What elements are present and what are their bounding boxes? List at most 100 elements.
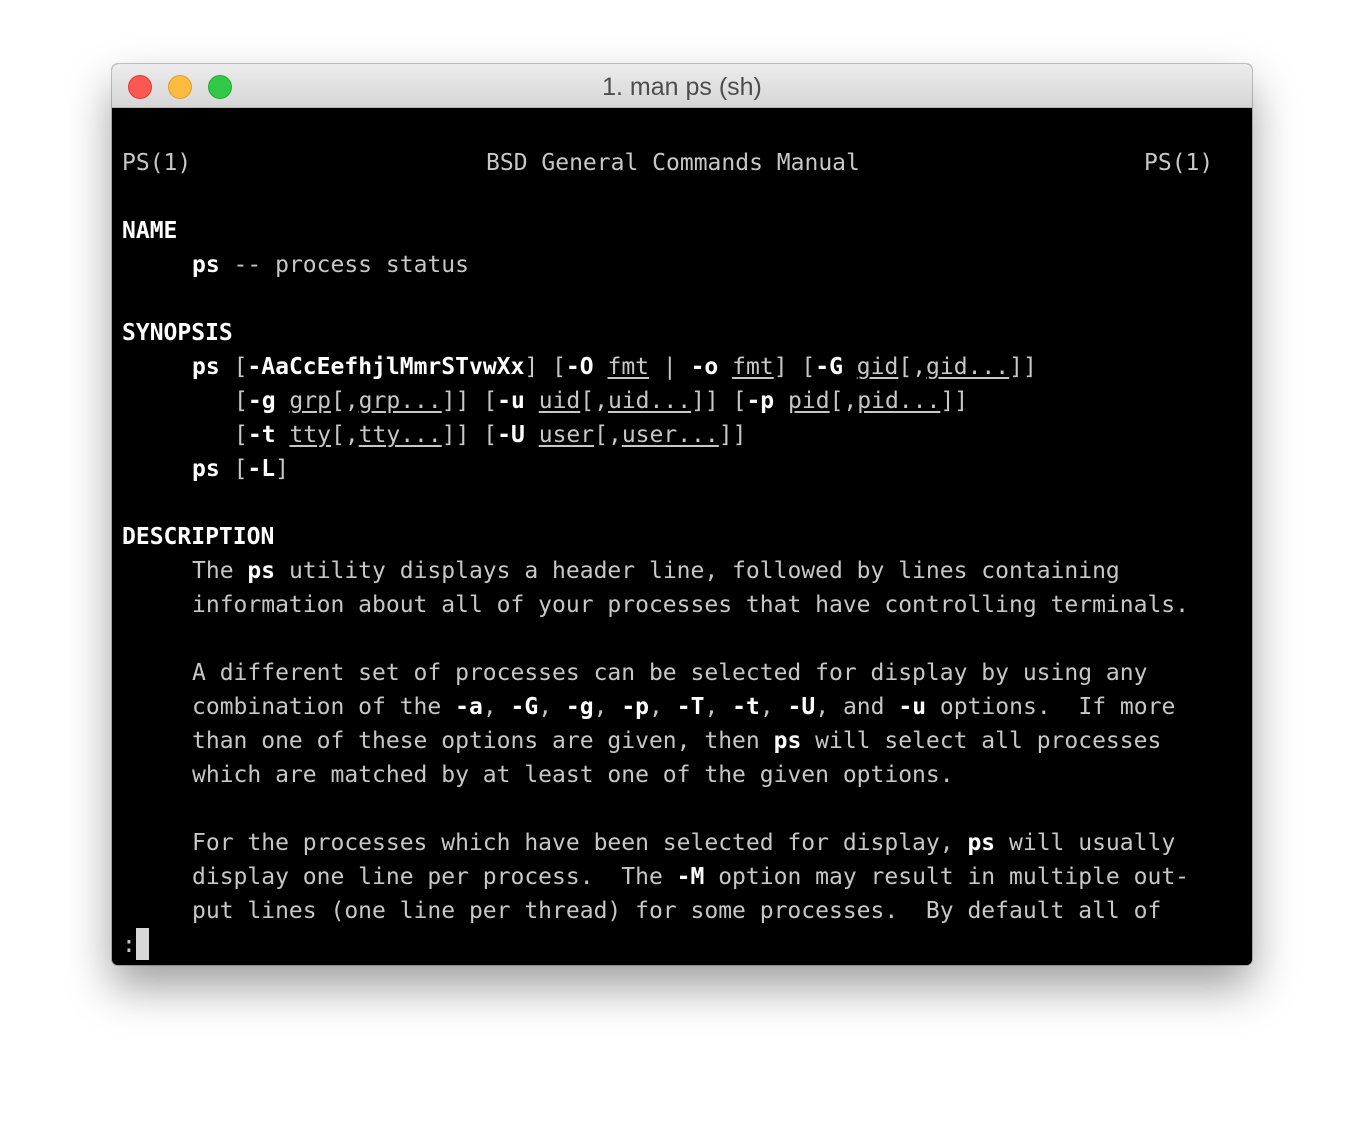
arg-uid: uid — [538, 388, 581, 414]
man-header-center: BSD General Commands Manual — [486, 150, 860, 176]
description-line: than one of these options are given, the… — [192, 724, 1161, 758]
synopsis-line-1: ps [-AaCcEefhjlMmrSTvwXx] [-O fmt | -o f… — [192, 350, 1037, 384]
opt-g: -g — [247, 388, 276, 414]
synopsis-line-3: [-t tty[,tty...]] [-U user[,user...]] — [234, 418, 746, 452]
text: than one of these options are given, the… — [192, 728, 774, 754]
description-line: display one line per process. The -M opt… — [192, 860, 1189, 894]
bracket: ] [ — [524, 354, 566, 380]
description-line: which are matched by at least one of the… — [192, 762, 954, 788]
bracket: ] — [275, 456, 289, 482]
bracket: ]] — [718, 422, 747, 448]
synopsis-flags: -AaCcEefhjlMmrSTvwXx — [247, 354, 525, 380]
arg-grp: grp — [289, 388, 331, 414]
title-bar[interactable]: 1. man ps (sh) — [112, 64, 1252, 108]
text: , — [538, 694, 566, 720]
pipe-separator: | — [649, 354, 691, 380]
text: , — [649, 694, 677, 720]
bracket: [, — [330, 388, 359, 414]
opt-p: -p — [746, 388, 775, 414]
text: , — [704, 694, 733, 720]
text: display one line per process. The — [192, 864, 677, 890]
description-line: For the processes which have been select… — [192, 826, 1175, 860]
text: will select all processes — [801, 728, 1162, 754]
bracket: ]] — [940, 388, 969, 414]
arg-gid: gid — [856, 354, 899, 380]
synopsis-cmd: ps — [192, 354, 220, 380]
text: , and — [815, 694, 899, 720]
opt-U: -U — [497, 422, 525, 448]
pager-prompt[interactable]: : — [122, 928, 149, 962]
opt-t: -t — [247, 422, 276, 448]
opt-G: -G — [815, 354, 843, 380]
text: utility displays a header line, followed… — [275, 558, 1120, 584]
arg-fmt: fmt — [732, 354, 774, 380]
name-description: -- process status — [219, 252, 469, 278]
bracket: ]] [ — [441, 422, 498, 448]
terminal-content[interactable]: PS(1) BSD General Commands Manual PS(1) … — [112, 108, 1252, 965]
section-synopsis-heading: SYNOPSIS — [122, 320, 233, 346]
bracket: [ — [234, 422, 248, 448]
text: , — [482, 694, 511, 720]
description-line: The ps utility displays a header line, f… — [192, 554, 1120, 588]
bracket: ]] [ — [441, 388, 498, 414]
cmd-ref: ps — [247, 558, 276, 584]
text: For the processes which have been select… — [192, 830, 968, 856]
opt-u: -u — [497, 388, 525, 414]
option-ref: -p — [621, 694, 650, 720]
option-ref: -M — [676, 864, 705, 890]
cmd-ref: ps — [967, 830, 996, 856]
terminal-window: 1. man ps (sh) PS(1) BSD General Command… — [112, 64, 1252, 965]
arg-pid-list: pid... — [857, 388, 941, 414]
synopsis-line-2: [-g grp[,grp...]] [-u uid[,uid...]] [-p … — [234, 384, 968, 418]
description-line: A different set of processes can be sele… — [192, 660, 1148, 686]
prompt-colon: : — [122, 932, 136, 958]
section-name-heading: NAME — [122, 218, 178, 244]
text: , — [593, 694, 622, 720]
text: options. If more — [926, 694, 1176, 720]
synopsis-line-4: ps [-L] — [192, 452, 289, 486]
arg-pid: pid — [788, 388, 830, 414]
option-ref: -T — [676, 694, 705, 720]
name-line: ps -- process status — [192, 248, 469, 282]
arg-tty: tty — [289, 422, 331, 448]
cursor — [135, 928, 149, 960]
opt-L: -L — [247, 456, 276, 482]
option-ref: -u — [898, 694, 927, 720]
arg-user: user — [538, 422, 595, 448]
text: option may result in multiple out- — [704, 864, 1190, 890]
bracket: ] [ — [773, 354, 816, 380]
description-line: information about all of your processes … — [192, 592, 1189, 618]
arg-gid-list: gid... — [926, 354, 1010, 380]
option-ref: -a — [455, 694, 483, 720]
text: combination of the — [192, 694, 456, 720]
man-header-right: PS(1) — [1144, 150, 1214, 176]
bracket: [ — [233, 456, 248, 482]
bracket: [ — [234, 388, 248, 414]
text: The — [192, 558, 248, 584]
window-title: 1. man ps (sh) — [602, 73, 762, 101]
cmd-name: ps — [192, 252, 220, 278]
bracket: ]] [ — [691, 388, 747, 414]
option-ref: -g — [565, 694, 594, 720]
option-ref: -t — [732, 694, 760, 720]
option-ref: -U — [787, 694, 816, 720]
bracket: ]] — [1009, 354, 1037, 380]
cmd-ref: ps — [773, 728, 802, 754]
bracket: [ — [233, 354, 248, 380]
text: , — [759, 694, 788, 720]
description-line: combination of the -a, -G, -g, -p, -T, -… — [192, 690, 1175, 724]
bracket: [, — [580, 388, 608, 414]
arg-tty-list: tty... — [358, 422, 442, 448]
opt-o: -o — [690, 354, 719, 380]
bracket: [, — [898, 354, 927, 380]
synopsis-cmd: ps — [192, 456, 220, 482]
opt-O: -O — [565, 354, 594, 380]
arg-fmt: fmt — [607, 354, 650, 380]
bracket: [, — [330, 422, 359, 448]
arg-grp-list: grp... — [358, 388, 442, 414]
bracket: [, — [594, 422, 622, 448]
arg-user-list: user... — [621, 422, 719, 448]
arg-uid-list: uid... — [607, 388, 692, 414]
section-description-heading: DESCRIPTION — [122, 524, 275, 550]
option-ref: -G — [510, 694, 539, 720]
